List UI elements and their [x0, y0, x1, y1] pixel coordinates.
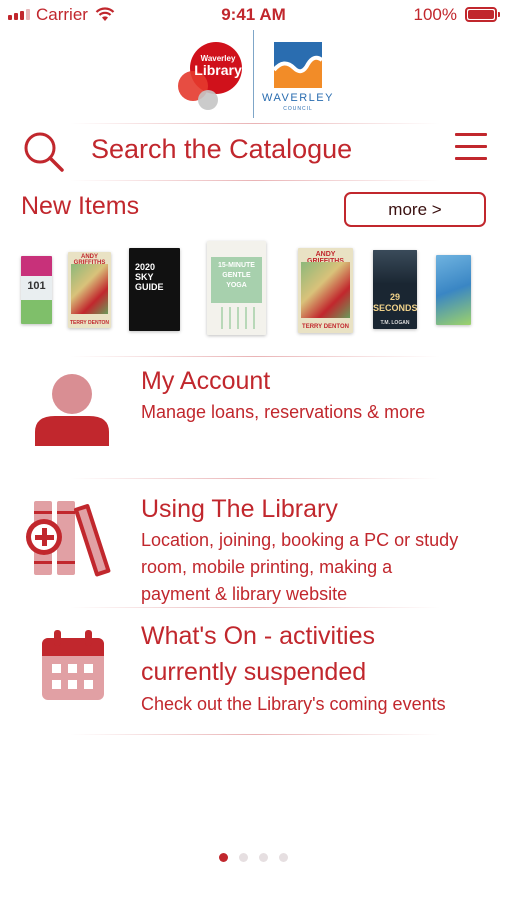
book-title: 15-MINUTE GENTLE YOGA	[218, 262, 255, 289]
using-library-description-line3: payment & library website	[141, 584, 348, 604]
my-account-description: Manage loans, reservations & more	[141, 402, 426, 422]
using-library-title[interactable]: Using The Library	[141, 491, 338, 527]
council-subtitle: COUNCIL	[283, 106, 313, 112]
council-emblem-icon	[272, 42, 324, 88]
battery-icon	[465, 7, 500, 22]
book-author: TERRY DENTON	[69, 320, 110, 326]
page-dot-1[interactable]	[219, 853, 228, 862]
book-cover[interactable]: 15-MINUTE GENTLE YOGA	[207, 241, 266, 335]
more-button[interactable]: more >	[344, 192, 486, 227]
search-input[interactable]: Search the Catalogue	[91, 134, 352, 165]
books-icon[interactable]	[24, 497, 120, 577]
book-cover[interactable]: 2020 SKY GUIDE	[129, 248, 180, 331]
waverley-library-logo: Waverley Library	[178, 42, 242, 110]
hamburger-menu-icon[interactable]	[455, 133, 487, 161]
book-author: TERRY DENTON	[302, 324, 349, 330]
book-cover[interactable]: ANDY GRIFFITHS TERRY DENTON	[68, 252, 111, 328]
battery-percentage: 100%	[413, 5, 457, 24]
account-icon[interactable]	[33, 372, 111, 448]
waverley-council-logo: WAVERLEY COUNCIL	[260, 40, 336, 118]
council-name: WAVERLEY	[262, 92, 334, 104]
new-items-heading: New Items	[21, 192, 140, 220]
page-dot-4[interactable]	[279, 853, 288, 862]
divider	[70, 607, 440, 608]
whats-on-description: Check out the Library's coming events	[141, 694, 446, 714]
calendar-icon[interactable]	[40, 628, 106, 702]
logo-divider	[253, 30, 254, 118]
book-author: T.M. LOGAN	[380, 320, 410, 326]
divider	[70, 123, 440, 124]
page-dot-2[interactable]	[239, 853, 248, 862]
page-dot-3[interactable]	[259, 853, 268, 862]
whats-on-title-line1[interactable]: What's On - activities	[141, 618, 375, 654]
book-cover[interactable]: 29 SECONDS T.M. LOGAN	[373, 250, 417, 329]
whats-on-title-line2[interactable]: currently suspended	[141, 654, 366, 690]
status-bar: Carrier 9:41 AM 100%	[0, 0, 507, 30]
book-cover[interactable]	[436, 255, 471, 325]
divider	[70, 734, 440, 735]
book-title: 101	[27, 280, 46, 292]
book-cover[interactable]: ANDY GRIFFITHS TERRY DENTON	[298, 248, 353, 333]
book-cover[interactable]: 101	[21, 256, 52, 324]
book-title: 29 SECONDS	[373, 292, 417, 313]
using-library-description-line1: Location, joining, booking a PC or study	[141, 530, 459, 550]
search-icon[interactable]	[22, 130, 66, 174]
using-library-description-line2: room, mobile printing, making a	[141, 557, 393, 577]
divider	[70, 356, 440, 357]
divider	[70, 478, 440, 479]
book-title: 2020 SKY GUIDE	[135, 262, 164, 292]
logo-big-text: Library	[194, 62, 242, 78]
divider	[70, 180, 440, 181]
my-account-title[interactable]: My Account	[141, 363, 270, 399]
